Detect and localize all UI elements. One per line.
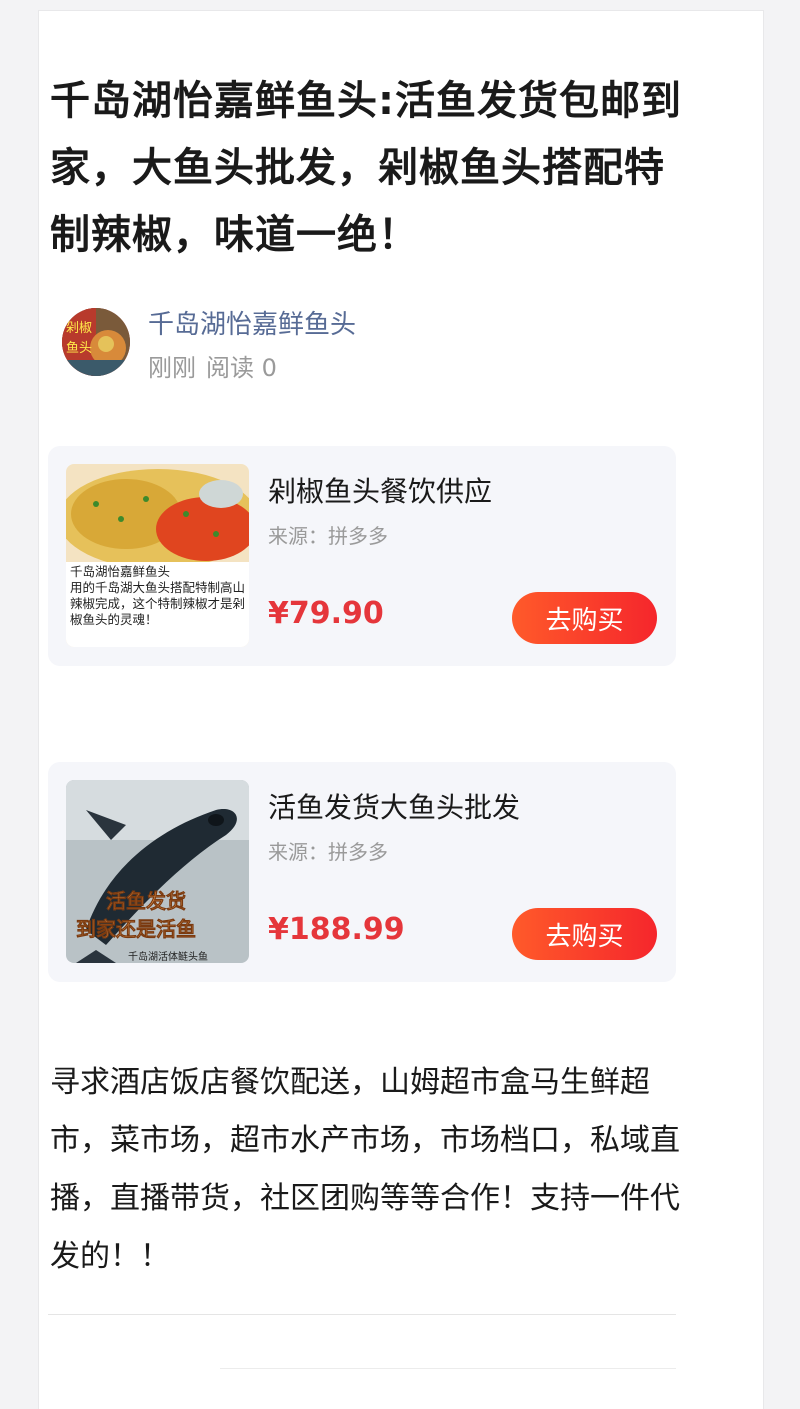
- read-count: 阅读 0: [206, 354, 277, 382]
- publish-time: 刚刚: [148, 354, 196, 382]
- product-price: ¥188.99: [268, 912, 405, 947]
- article-title: 千岛湖怡嘉鲜鱼头:活鱼发货包邮到家，大鱼头批发，剁椒鱼头搭配特制辣椒，味道一绝！: [50, 78, 682, 258]
- divider: [220, 1368, 676, 1369]
- author-block[interactable]: 剁椒 鱼头 千岛湖怡嘉鲜鱼头 刚刚 阅读 0: [62, 296, 682, 382]
- author-name[interactable]: 千岛湖怡嘉鲜鱼头: [148, 304, 356, 341]
- product-image-caption-2: 到家还是活鱼: [76, 917, 196, 941]
- product-card[interactable]: 千岛湖怡嘉鲜鱼头 用的千岛湖大鱼头搭配特制高山辣椒完成，这个特制辣椒才是剁椒鱼头…: [48, 446, 676, 666]
- avatar[interactable]: 剁椒 鱼头: [62, 308, 130, 376]
- product-name[interactable]: 活鱼发货大鱼头批发: [268, 786, 520, 826]
- divider: [48, 1314, 676, 1315]
- product-image[interactable]: 活鱼发货 到家还是活鱼 千岛湖活体鲢头鱼: [66, 780, 249, 963]
- product-image[interactable]: 千岛湖怡嘉鲜鱼头 用的千岛湖大鱼头搭配特制高山辣椒完成，这个特制辣椒才是剁椒鱼头…: [66, 464, 249, 647]
- product-image-caption: 千岛湖怡嘉鲜鱼头 用的千岛湖大鱼头搭配特制高山辣椒完成，这个特制辣椒才是剁椒鱼头…: [70, 564, 246, 627]
- avatar-image: 剁椒 鱼头: [62, 308, 130, 376]
- product-image-caption-1: 活鱼发货: [106, 889, 186, 913]
- article-meta: 刚刚 阅读 0: [148, 348, 287, 383]
- product-image-footer: 千岛湖活体鲢头鱼: [128, 950, 208, 963]
- avatar-text-bottom: 鱼头: [66, 340, 92, 356]
- article-body: 寻求酒店饭店餐饮配送，山姆超市盒马生鲜超市，菜市场，超市水产市场，市场档口，私域…: [50, 1065, 680, 1274]
- product-source: 来源：拼多多: [268, 840, 388, 864]
- product-name[interactable]: 剁椒鱼头餐饮供应: [268, 470, 492, 510]
- product-source: 来源：拼多多: [268, 524, 388, 548]
- product-price: ¥79.90: [268, 596, 384, 631]
- buy-button[interactable]: 去购买: [512, 592, 657, 644]
- product-card[interactable]: 活鱼发货 到家还是活鱼 千岛湖活体鲢头鱼 活鱼发货大鱼头批发 来源：拼多多 ¥1…: [48, 762, 676, 982]
- buy-button[interactable]: 去购买: [512, 908, 657, 960]
- avatar-text-top: 剁椒: [66, 321, 92, 336]
